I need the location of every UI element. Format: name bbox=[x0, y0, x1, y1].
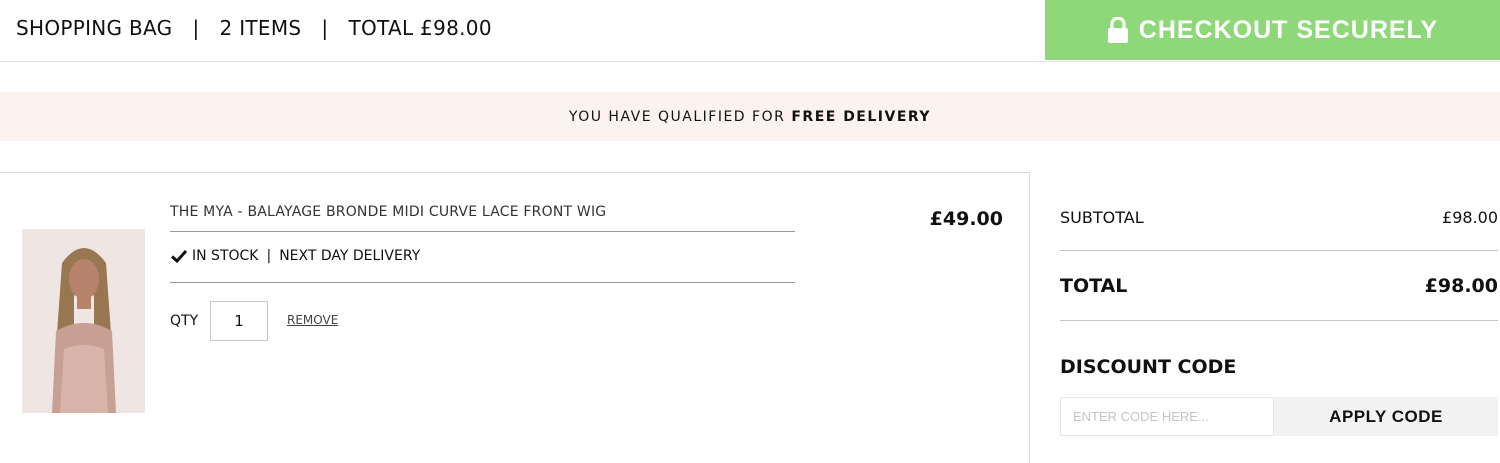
stock-status: IN STOCK | NEXT DAY DELIVERY bbox=[170, 248, 420, 264]
discount-code-input[interactable] bbox=[1060, 397, 1274, 436]
subtotal-label: SUBTOTAL bbox=[1060, 208, 1144, 227]
order-summary: SUBTOTAL £98.00 TOTAL £98.00 DISCOUNT CO… bbox=[1060, 172, 1498, 463]
banner-text: YOU HAVE QUALIFIED FOR bbox=[568, 108, 786, 125]
header: SHOPPING BAG | 2 ITEMS | TOTAL £98.00 CHECKO… bbox=[0, 0, 1500, 62]
stock-separator: | bbox=[266, 248, 272, 264]
discount-code-title: DISCOUNT CODE bbox=[1060, 356, 1237, 378]
product-image[interactable] bbox=[22, 229, 145, 413]
total-row: TOTAL £98.00 bbox=[1060, 275, 1498, 297]
product-price: £49.00 bbox=[929, 208, 1003, 230]
checkout-label: CHECKOUT SECURELY bbox=[1138, 15, 1439, 44]
stock-label: IN STOCK bbox=[192, 248, 259, 264]
header-total: TOTAL £98.00 bbox=[348, 16, 492, 40]
checkout-button[interactable]: CHECKOUT SECURELY bbox=[1045, 0, 1500, 60]
apply-code-button[interactable]: APPLY CODE bbox=[1274, 397, 1498, 436]
total-value: £98.00 bbox=[1424, 275, 1498, 297]
divider bbox=[1060, 250, 1498, 251]
delivery-label: NEXT DAY DELIVERY bbox=[279, 248, 421, 264]
remove-link[interactable]: REMOVE bbox=[287, 313, 338, 327]
free-delivery-banner: YOU HAVE QUALIFIED FOR FREE DELIVERY bbox=[0, 92, 1500, 141]
subtotal-value: £98.00 bbox=[1442, 208, 1498, 227]
bag-summary: SHOPPING BAG | 2 ITEMS | TOTAL £98.00 bbox=[16, 16, 492, 40]
product-title[interactable]: THE MYA - BALAYAGE BRONDE MIDI CURVE LAC… bbox=[170, 204, 606, 220]
banner-highlight: FREE DELIVERY bbox=[791, 108, 932, 125]
product-photo bbox=[22, 229, 145, 413]
bag-title: SHOPPING BAG bbox=[16, 16, 173, 40]
qty-label: QTY bbox=[170, 313, 199, 329]
separator: | bbox=[192, 16, 200, 40]
divider bbox=[170, 231, 795, 232]
total-label: TOTAL bbox=[1060, 275, 1128, 297]
lock-icon bbox=[1107, 17, 1128, 43]
checkmark-icon bbox=[170, 249, 188, 263]
separator: | bbox=[321, 16, 329, 40]
divider bbox=[1060, 320, 1498, 321]
cart-items-panel: THE MYA - BALAYAGE BRONDE MIDI CURVE LAC… bbox=[0, 172, 1030, 463]
quantity-input[interactable] bbox=[210, 301, 268, 341]
subtotal-row: SUBTOTAL £98.00 bbox=[1060, 208, 1498, 227]
divider bbox=[170, 282, 795, 283]
item-count: 2 ITEMS bbox=[219, 16, 302, 40]
